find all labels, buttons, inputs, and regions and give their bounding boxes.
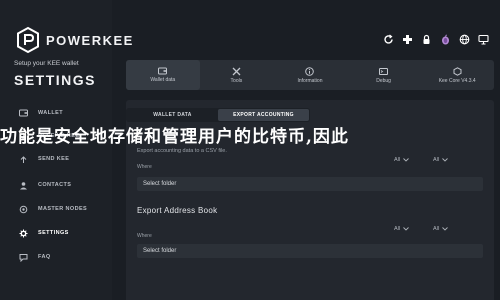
powerkee-logo-icon bbox=[17, 26, 39, 54]
filter-dropdown-3[interactable]: All bbox=[394, 226, 409, 232]
information-icon bbox=[305, 66, 315, 76]
subtab-export-accounting[interactable]: EXPORT ACCOUNTING bbox=[218, 109, 309, 121]
sidebar-item-contacts[interactable]: CONTACTS bbox=[0, 174, 112, 196]
sidebar-item-label: CONTACTS bbox=[38, 182, 72, 188]
sidebar-item-settings[interactable]: SETTINGS bbox=[0, 222, 112, 244]
brand-name: POWERKEE bbox=[46, 33, 134, 48]
where-label: Where bbox=[137, 164, 152, 170]
where-label: Where bbox=[137, 233, 152, 239]
sidebar-item-send[interactable]: SEND KEE bbox=[0, 148, 112, 170]
content-panel bbox=[126, 100, 494, 300]
tor-onion-icon[interactable] bbox=[438, 32, 453, 47]
export-address-book-title: Export Address Book bbox=[137, 206, 218, 215]
dropdown-value: All bbox=[433, 226, 440, 232]
contacts-icon bbox=[12, 181, 34, 190]
page-heading: SETTINGS bbox=[14, 72, 97, 88]
kee-core-icon bbox=[453, 66, 462, 76]
settings-toolbar: Wallet data Tools Information Debug Kee … bbox=[126, 60, 494, 90]
tab-tools[interactable]: Tools bbox=[200, 60, 274, 90]
tab-information[interactable]: Information bbox=[273, 60, 347, 90]
select-folder-field[interactable]: Select folder bbox=[137, 244, 483, 258]
chevron-down-icon bbox=[442, 227, 448, 231]
medical-cross-icon[interactable] bbox=[400, 32, 415, 47]
dropdown-value: All bbox=[394, 157, 401, 163]
setup-text: Setup your KEE wallet bbox=[14, 60, 79, 67]
debug-icon bbox=[379, 67, 389, 75]
toolbar-label: Tools bbox=[230, 77, 243, 84]
sidebar-item-master-nodes[interactable]: MASTER NODES bbox=[0, 198, 112, 220]
faq-icon bbox=[12, 253, 34, 262]
tools-icon bbox=[232, 67, 241, 75]
filter-dropdown-2[interactable]: All bbox=[433, 157, 448, 163]
toolbar-label: Information bbox=[297, 77, 323, 84]
settings-icon bbox=[12, 229, 34, 238]
sidebar: POWERKEE Setup your KEE wallet SETTINGS … bbox=[0, 0, 132, 300]
sidebar-item-label: MASTER NODES bbox=[38, 206, 88, 212]
toolbar-label: Debug bbox=[376, 77, 391, 84]
sidebar-item-faq[interactable]: FAQ bbox=[0, 246, 112, 268]
wallet-data-icon bbox=[158, 67, 168, 75]
filter-dropdown-1[interactable]: All bbox=[394, 157, 409, 163]
toolbar-label: Wallet data bbox=[150, 77, 176, 83]
filter-dropdown-4[interactable]: All bbox=[433, 226, 448, 232]
sync-icon[interactable] bbox=[381, 32, 396, 47]
receive-icon bbox=[12, 132, 34, 141]
nodes-icon bbox=[12, 205, 34, 214]
subtab-wallet-data[interactable]: WALLET DATA bbox=[127, 109, 218, 121]
sub-tabs: WALLET DATA EXPORT ACCOUNTING bbox=[126, 108, 310, 122]
sidebar-item-receive[interactable]: RECEIVE KEE bbox=[0, 125, 112, 147]
chevron-down-icon bbox=[403, 158, 409, 162]
sidebar-item-label: SEND KEE bbox=[38, 156, 70, 162]
chevron-down-icon bbox=[403, 227, 409, 231]
chevron-down-icon bbox=[442, 158, 448, 162]
send-icon bbox=[12, 155, 34, 164]
sidebar-item-wallet[interactable]: WALLET bbox=[0, 102, 112, 124]
window-controls bbox=[381, 32, 491, 47]
tab-debug[interactable]: Debug bbox=[347, 60, 421, 90]
sidebar-item-label: SETTINGS bbox=[38, 230, 69, 236]
export-description: Export accounting data to a CSV file. bbox=[137, 148, 227, 154]
lock-icon[interactable] bbox=[419, 32, 434, 47]
tab-wallet-data[interactable]: Wallet data bbox=[126, 60, 200, 90]
globe-icon[interactable] bbox=[457, 32, 472, 47]
monitor-icon[interactable] bbox=[476, 32, 491, 47]
dropdown-value: All bbox=[433, 157, 440, 163]
dropdown-value: All bbox=[394, 226, 401, 232]
toolbar-label: Kee Core V4.3.4 bbox=[438, 77, 476, 84]
select-folder-field[interactable]: Select folder bbox=[137, 177, 483, 191]
tab-kee-core[interactable]: Kee Core V4.3.4 bbox=[420, 60, 494, 90]
sidebar-item-label: RECEIVE KEE bbox=[38, 133, 80, 139]
sidebar-item-label: FAQ bbox=[38, 254, 51, 260]
sidebar-item-label: WALLET bbox=[38, 110, 64, 116]
wallet-icon bbox=[12, 109, 34, 117]
